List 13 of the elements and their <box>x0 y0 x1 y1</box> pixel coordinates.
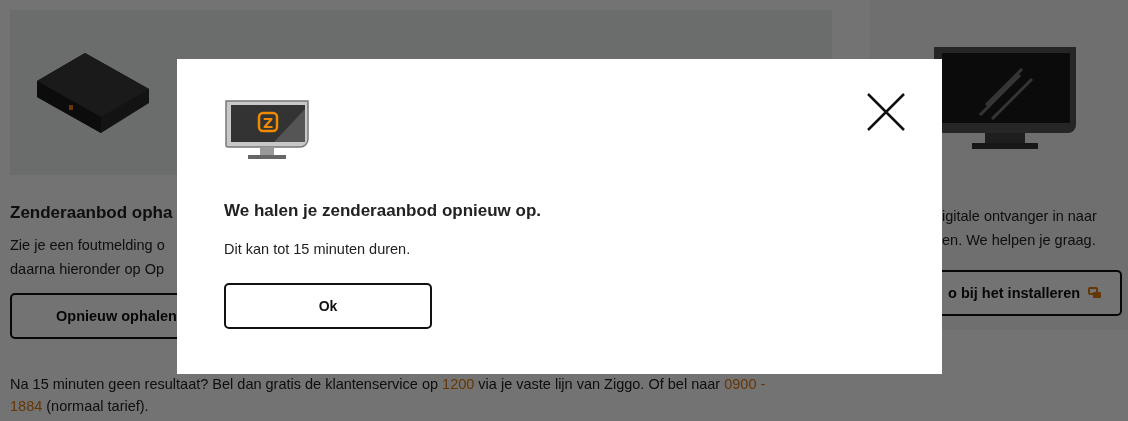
description-text: Zie je een foutmelding o <box>10 236 165 255</box>
description-text: igitale ontvanger in naar <box>942 207 1097 226</box>
section-heading: Zenderaanbod opha <box>10 203 173 223</box>
external-icon <box>1088 287 1103 299</box>
phone-link[interactable]: 1200 <box>442 376 475 392</box>
ok-button[interactable]: Ok <box>224 283 432 329</box>
description-text: en. We helpen je graag. <box>942 231 1096 250</box>
description-text: daarna hieronder op Op <box>10 260 164 279</box>
dialog-text: Dit kan tot 15 minuten duren. <box>224 241 412 257</box>
dialog-title: We halen je zenderaanbod opnieuw op. <box>224 201 543 221</box>
help-text: Na 15 minuten geen resultaat? Bel dan gratis de klantenservice op 1200 via je vaste lijn van Ziggo. Of bel naar 0900 - 1884 (normaal tarief). <box>10 375 767 416</box>
phone-link[interactable]: 0900 - <box>724 376 766 392</box>
phone-link[interactable]: 1884 <box>10 398 43 414</box>
